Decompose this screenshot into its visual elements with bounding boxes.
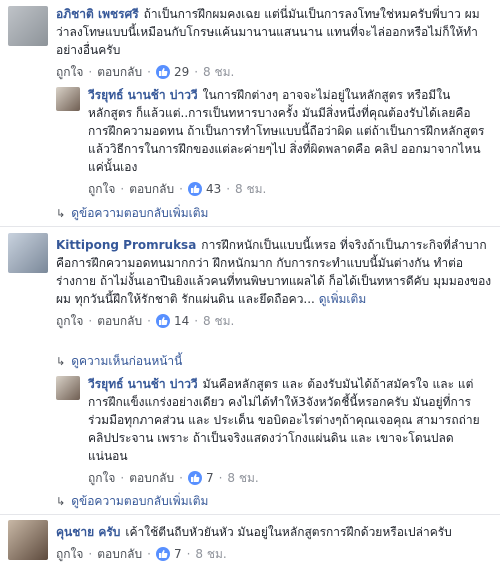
comment: คุนชาย ครับ เค้าใช้ตีนถีบหัวยันหัว มันอยู… — [56, 523, 492, 564]
comment-author[interactable]: วีรยุทธ์ นานช้า บ่าววี — [88, 88, 198, 102]
thumbs-up-icon — [187, 182, 202, 196]
like-count[interactable]: 7 — [155, 545, 182, 563]
thumbs-up-icon — [155, 65, 170, 79]
timestamp[interactable]: 8 ชม. — [195, 545, 226, 563]
like-count[interactable]: 43 — [187, 180, 221, 198]
previous-replies-link[interactable]: ↳ ดูความเห็นก่อนหน้านี้ — [56, 352, 182, 371]
more-replies-link[interactable]: ↳ ดูข้อความตอบกลับเพิ่มเติม — [56, 492, 208, 511]
comment-actions: ถูกใจ · ตอบกลับ · 43 · 8 ชม. — [88, 180, 267, 198]
avatar[interactable] — [8, 520, 48, 560]
avatar[interactable] — [56, 376, 80, 400]
like-link[interactable]: ถูกใจ — [56, 63, 83, 81]
like-count[interactable]: 29 — [155, 63, 189, 81]
timestamp[interactable]: 8 ชม. — [203, 312, 234, 330]
like-link[interactable]: ถูกใจ — [56, 312, 83, 330]
timestamp[interactable]: 8 ชม. — [203, 63, 234, 81]
comment: อภิชาติ เพชรศรี ถ้าเป็นการฝึกผมคงเฉย แต่น… — [56, 5, 492, 82]
reply-link[interactable]: ตอบกลับ — [129, 469, 174, 487]
comment-actions: ถูกใจ · ตอบกลับ · 14 · 8 ชม. — [56, 312, 235, 330]
like-count[interactable]: 7 — [187, 469, 214, 487]
like-link[interactable]: ถูกใจ — [88, 469, 115, 487]
reply-comment: วีรยุทธ์ นานช้า บ่าววี มันคือหลักสูตร และ… — [88, 375, 492, 488]
reply-link[interactable]: ตอบกลับ — [97, 545, 142, 563]
reply-comment: วีรยุทธ์ นานช้า บ่าววี ในการฝึกต่างๆ อาจจ… — [88, 86, 492, 199]
reply-link[interactable]: ตอบกลับ — [97, 312, 142, 330]
comment-actions: ถูกใจ · ตอบกลับ · 29 · 8 ชม. — [56, 63, 235, 81]
divider — [0, 514, 500, 515]
like-link[interactable]: ถูกใจ — [88, 180, 115, 198]
avatar[interactable] — [8, 6, 48, 46]
comment-author[interactable]: อภิชาติ เพชรศรี — [56, 7, 139, 21]
comment-thread: อภิชาติ เพชรศรี ถ้าเป็นการฝึกผมคงเฉย แต่น… — [0, 0, 500, 566]
reply-arrow-icon: ↳ — [56, 495, 66, 508]
avatar[interactable] — [8, 233, 48, 273]
timestamp[interactable]: 8 ชม. — [227, 469, 258, 487]
more-replies-link[interactable]: ↳ ดูข้อความตอบกลับเพิ่มเติม — [56, 204, 208, 223]
see-more-link[interactable]: ดูเพิ่มเติม — [319, 292, 367, 306]
comment-author[interactable]: คุนชาย ครับ — [56, 525, 120, 539]
reply-arrow-icon: ↳ — [56, 355, 66, 368]
thumbs-up-icon — [155, 547, 170, 561]
reply-arrow-icon: ↳ — [56, 207, 66, 220]
avatar[interactable] — [56, 87, 80, 111]
comment-author[interactable]: วีรยุทธ์ นานช้า บ่าววี — [88, 377, 198, 391]
timestamp[interactable]: 8 ชม. — [235, 180, 266, 198]
thumbs-up-icon — [155, 314, 170, 328]
divider — [0, 226, 500, 227]
comment-text: เค้าใช้ตีนถีบหัวยันหัว มันอยู่ในหลักสูตร… — [125, 525, 452, 539]
like-link[interactable]: ถูกใจ — [56, 545, 83, 563]
comment-actions: ถูกใจ · ตอบกลับ · 7 · 8 ชม. — [88, 469, 259, 487]
reply-link[interactable]: ตอบกลับ — [97, 63, 142, 81]
comment: Kittipong Promruksa การฝึกหนักเป็นแบบนี้เ… — [56, 236, 492, 331]
reply-link[interactable]: ตอบกลับ — [129, 180, 174, 198]
comment-actions: ถูกใจ · ตอบกลับ · 7 · 8 ชม. — [56, 545, 227, 563]
thumbs-up-icon — [187, 471, 202, 485]
comment-author[interactable]: Kittipong Promruksa — [56, 238, 196, 252]
like-count[interactable]: 14 — [155, 312, 189, 330]
